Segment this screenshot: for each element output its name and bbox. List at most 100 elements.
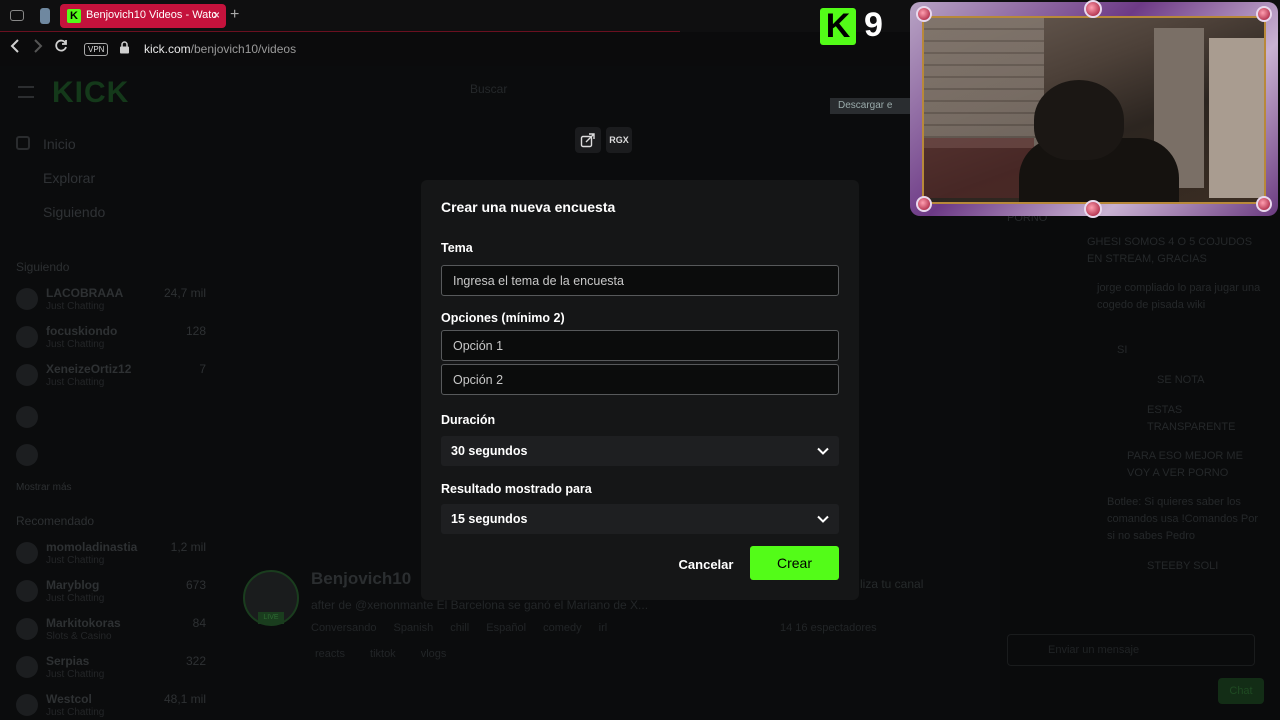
following-item[interactable]: XeneizeOrtiz12 Just Chatting 7 bbox=[16, 360, 206, 394]
topic-input[interactable] bbox=[441, 265, 839, 296]
recommended-item[interactable]: Westcol Just Chatting 48,1 mil bbox=[16, 690, 206, 720]
window-icon[interactable] bbox=[10, 10, 24, 21]
recommended-item[interactable]: momoladinastia Just Chatting 1,2 mil bbox=[16, 538, 206, 572]
webcam-video bbox=[922, 16, 1266, 204]
channel-title[interactable]: Benjovich10 bbox=[311, 569, 411, 589]
stream-subtitle: after de @xenonmante El Barcelona se gan… bbox=[311, 598, 649, 612]
option-1-input[interactable] bbox=[441, 330, 839, 361]
chat-message: ESTAS TRANSPARENTE bbox=[1147, 404, 1236, 433]
live-badge-label: LIVE bbox=[263, 614, 279, 621]
tab-title: Benjovich10 Videos - Watc bbox=[86, 9, 217, 21]
chat-message: SE NOTA bbox=[1157, 374, 1205, 386]
avatar bbox=[16, 542, 38, 564]
duration-value: 30 segundos bbox=[451, 444, 528, 458]
chat-send-label: Chat bbox=[1229, 685, 1253, 697]
avatar bbox=[16, 326, 38, 348]
url-domain: kick.com bbox=[144, 42, 191, 56]
channel-category: Just Chatting bbox=[46, 339, 105, 350]
chat-send-button[interactable]: Chat bbox=[1218, 678, 1264, 704]
kick-overlay-logo: K bbox=[820, 8, 856, 45]
url-path: /benjovich10/videos bbox=[190, 42, 297, 56]
back-icon[interactable] bbox=[9, 39, 21, 58]
channel-name: XeneizeOrtiz12 bbox=[46, 362, 132, 376]
channel-category: Just Chatting bbox=[46, 593, 105, 604]
viewer-count: 48,1 mil bbox=[163, 692, 206, 706]
url-field[interactable]: kick.com/benjovich10/videos bbox=[144, 42, 296, 56]
following-item[interactable]: LACOBRAAA Just Chatting 24,7 mil bbox=[16, 284, 206, 318]
channel-name: momoladinastia bbox=[46, 540, 138, 554]
duration-label: Duración bbox=[441, 413, 496, 427]
avatar bbox=[16, 656, 38, 678]
nav-following[interactable]: Siguiendo bbox=[43, 204, 105, 220]
topic-label: Tema bbox=[441, 241, 473, 255]
avatar bbox=[16, 580, 38, 602]
lock-icon[interactable] bbox=[119, 41, 130, 54]
following-item[interactable]: focuskiondo Just Chatting 128 bbox=[16, 322, 206, 356]
popout-icon[interactable] bbox=[575, 127, 601, 153]
channel-category: Just Chatting bbox=[46, 707, 105, 718]
avatar bbox=[16, 364, 38, 386]
options-label: Opciones (mínimo 2) bbox=[441, 311, 565, 325]
viewer-count: 322 bbox=[185, 654, 206, 668]
vpn-badge[interactable]: VPN bbox=[84, 43, 109, 56]
result-duration-select[interactable]: 15 segundos bbox=[441, 504, 839, 534]
gem-ornament-icon bbox=[916, 6, 932, 22]
following-header: Siguiendo bbox=[16, 260, 70, 274]
recommended-item[interactable]: Markitokoras Slots & Casino 84 bbox=[16, 614, 206, 648]
nav-explore[interactable]: Explorar bbox=[43, 170, 95, 186]
channel-category: Just Chatting bbox=[46, 377, 105, 388]
show-more-link[interactable]: Mostrar más bbox=[16, 482, 72, 493]
duration-select[interactable]: 30 segundos bbox=[441, 436, 839, 466]
channel-name: Serpias bbox=[46, 654, 90, 668]
tab-close-icon[interactable]: × bbox=[213, 8, 220, 22]
rgx-extension-icon[interactable]: RGX bbox=[606, 127, 632, 153]
search-input[interactable]: Buscar bbox=[470, 82, 507, 96]
avatar bbox=[16, 444, 38, 466]
stream-tags-row2: reacts tiktok vlogs bbox=[315, 648, 447, 660]
recommended-header: Recomendado bbox=[16, 514, 95, 528]
following-item-offline[interactable] bbox=[16, 440, 206, 474]
chat-input[interactable]: Enviar un mensaje bbox=[1007, 634, 1255, 666]
cancel-button[interactable]: Cancelar bbox=[671, 550, 741, 580]
channel-name: focuskiondo bbox=[46, 324, 118, 338]
chat-message: SI bbox=[1117, 344, 1128, 356]
avatar bbox=[16, 694, 38, 716]
avatar bbox=[16, 406, 38, 428]
channel-category: Just Chatting bbox=[46, 669, 105, 680]
viewer-count: 128 bbox=[185, 324, 206, 338]
forward-icon[interactable] bbox=[32, 39, 44, 58]
viewer-count: 24,7 mil bbox=[163, 286, 206, 300]
spectator-count: 14 16 espectadores bbox=[780, 622, 877, 634]
create-button[interactable]: Crear bbox=[750, 546, 839, 580]
chat-message: GHESI SOMOS 4 O 5 COJUDOS EN STREAM, GRA… bbox=[1087, 236, 1253, 265]
home-icon bbox=[16, 136, 30, 150]
kick-logo[interactable]: KICK bbox=[52, 76, 129, 110]
avatar bbox=[16, 618, 38, 640]
following-item-offline[interactable] bbox=[16, 402, 206, 436]
viewer-count: 7 bbox=[199, 362, 206, 376]
chat-message: STEEBY SOLI bbox=[1147, 560, 1219, 572]
menu-icon[interactable] bbox=[18, 86, 34, 98]
option-2-input[interactable] bbox=[441, 364, 839, 395]
recommended-item[interactable]: Maryblog Just Chatting 673 bbox=[16, 576, 206, 610]
create-poll-modal: Crear una nueva encuesta Tema Opciones (… bbox=[421, 180, 859, 600]
channel-name: Maryblog bbox=[46, 578, 100, 592]
chat-message: jorge compliado lo para jugar una cogedo… bbox=[1097, 282, 1261, 311]
chat-message: Botlee: Si quieres saber los comandos us… bbox=[1107, 496, 1259, 542]
active-tab[interactable]: K Benjovich10 Videos - Watc × bbox=[60, 4, 226, 28]
webcam-frame bbox=[910, 0, 1278, 218]
kick-favicon-icon: K bbox=[67, 9, 81, 23]
channel-cta[interactable]: liza tu canal bbox=[860, 577, 923, 591]
recommended-item[interactable]: Serpias Just Chatting 322 bbox=[16, 652, 206, 686]
gem-ornament-icon bbox=[1084, 0, 1102, 18]
live-badge: LIVE bbox=[258, 612, 284, 624]
pinned-tab-icon[interactable] bbox=[40, 8, 50, 24]
channel-category: Just Chatting bbox=[46, 555, 105, 566]
new-tab-button[interactable]: + bbox=[230, 6, 239, 24]
modal-title: Crear una nueva encuesta bbox=[441, 199, 616, 215]
channel-name: LACOBRAAA bbox=[46, 286, 124, 300]
reload-icon[interactable] bbox=[54, 39, 68, 58]
nav-home[interactable]: Inicio bbox=[43, 136, 76, 152]
viewer-count: 84 bbox=[192, 616, 206, 630]
viewer-count: 673 bbox=[185, 578, 206, 592]
